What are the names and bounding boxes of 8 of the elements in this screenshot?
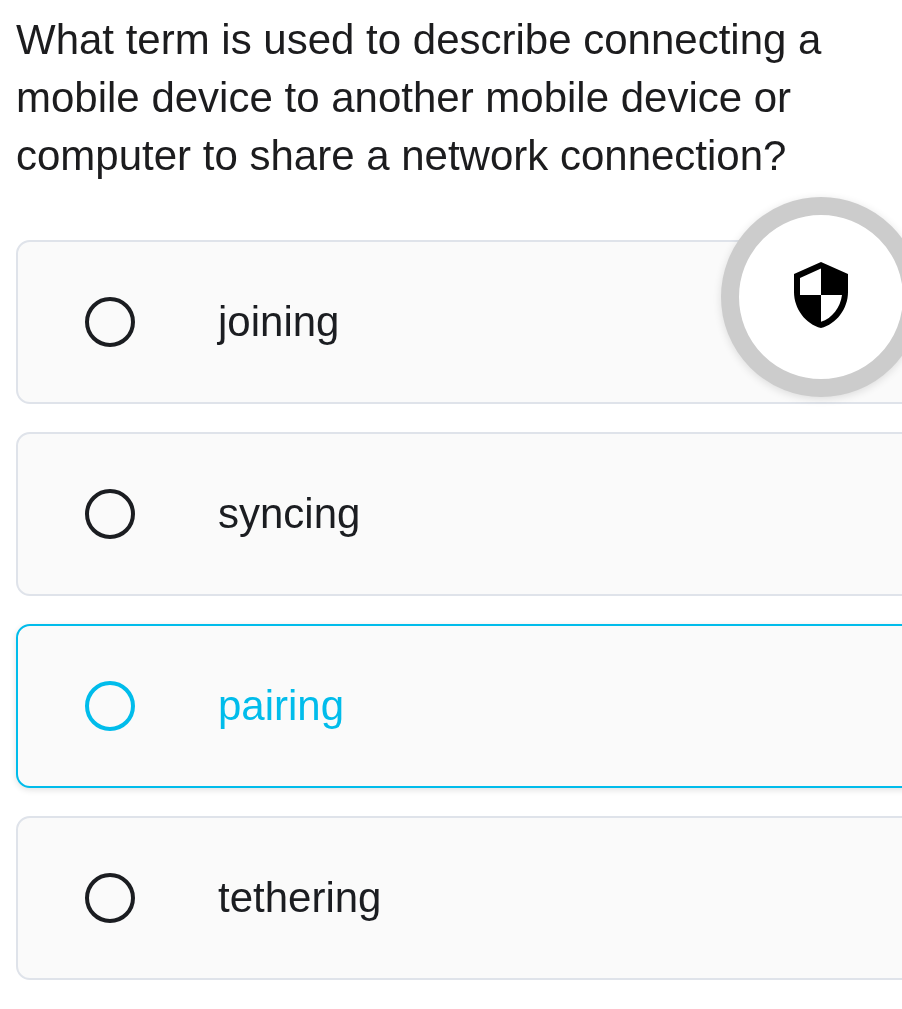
radio-button[interactable] bbox=[85, 873, 135, 923]
radio-button[interactable] bbox=[85, 681, 135, 731]
radio-button[interactable] bbox=[85, 297, 135, 347]
radio-button[interactable] bbox=[85, 489, 135, 539]
answer-option[interactable]: syncing bbox=[16, 432, 902, 596]
question-text: What term is used to describe connecting a mobile device to another mobile device or computer to share a network connection? bbox=[16, 15, 823, 181]
answer-option[interactable]: tethering bbox=[16, 816, 902, 980]
shield-icon bbox=[794, 262, 848, 328]
